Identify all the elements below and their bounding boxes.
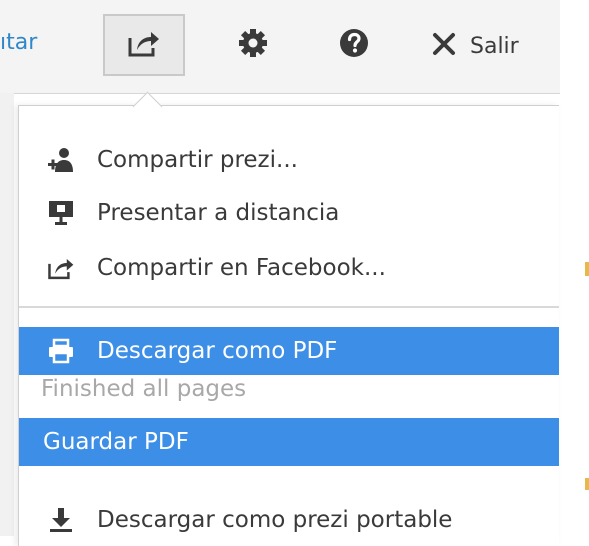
background-fragment: [585, 262, 589, 276]
presentation-screen-icon: [43, 200, 79, 226]
save-pdf-button[interactable]: Guardar PDF: [19, 418, 559, 466]
help-icon: [339, 28, 369, 62]
menu-item-label: Compartir prezi...: [97, 147, 298, 173]
edit-link[interactable]: ıtar: [0, 30, 37, 55]
menu-item-download-portable[interactable]: Descargar como prezi portable: [19, 496, 559, 544]
share-icon: [127, 28, 161, 62]
menu-item-share-facebook[interactable]: Compartir en Facebook...: [19, 244, 559, 292]
exit-label: Salir: [470, 33, 519, 59]
share-menu: Compartir prezi... Presentar a distancia…: [18, 105, 559, 546]
printer-icon: [43, 338, 79, 364]
menu-item-label: Descargar como PDF: [97, 338, 338, 364]
menu-item-label: Compartir en Facebook...: [97, 255, 386, 281]
save-pdf-label: Guardar PDF: [43, 429, 189, 455]
share-icon: [43, 255, 79, 281]
help-button[interactable]: [313, 14, 395, 76]
add-user-icon: [43, 147, 79, 173]
gear-icon: [238, 28, 268, 62]
download-status-text: Finished all pages: [41, 376, 247, 402]
menu-item-label: Presentar a distancia: [97, 200, 340, 226]
exit-button[interactable]: Salir: [432, 24, 519, 68]
download-icon: [43, 507, 79, 533]
menu-item-share-prezi[interactable]: Compartir prezi...: [19, 136, 559, 184]
share-button[interactable]: [103, 14, 185, 76]
close-icon: [432, 32, 456, 60]
menu-item-present-remote[interactable]: Presentar a distancia: [19, 189, 559, 237]
menu-item-download-pdf[interactable]: Descargar como PDF: [19, 327, 559, 375]
background-fragment: [585, 478, 589, 490]
background-strip: [0, 93, 14, 536]
settings-button[interactable]: [212, 14, 294, 76]
top-toolbar: ıtar Salir: [0, 0, 560, 94]
menu-divider: [19, 306, 559, 308]
menu-item-label: Descargar como prezi portable: [97, 507, 453, 533]
